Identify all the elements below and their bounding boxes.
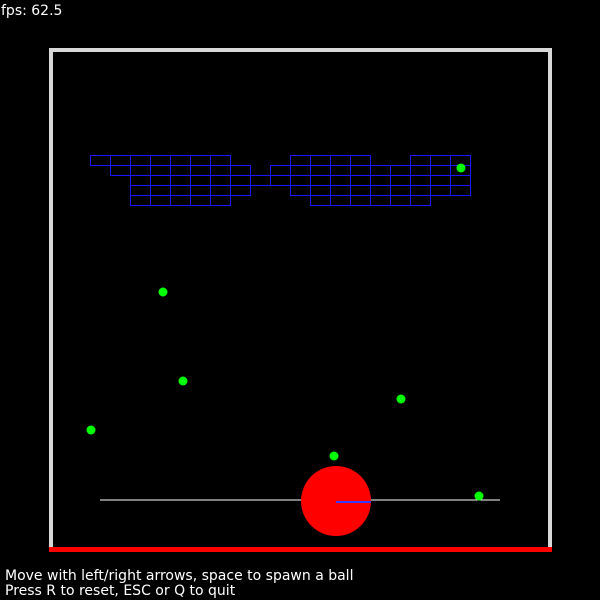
ball <box>329 451 339 461</box>
ball <box>86 425 96 435</box>
ball <box>456 163 466 173</box>
help-line-2: Press R to reset, ESC or Q to quit <box>5 583 236 599</box>
ball <box>158 287 168 297</box>
ball <box>396 394 406 404</box>
left-wall <box>49 48 53 550</box>
help-line-1: Move with left/right arrows, space to sp… <box>5 568 353 584</box>
background <box>0 0 600 600</box>
ball <box>474 491 484 501</box>
fps-counter: fps: 62.5 <box>1 3 62 19</box>
ball <box>178 376 188 386</box>
right-wall <box>548 48 552 550</box>
game-canvas[interactable]: fps: 62.5 Move with left/right arrows, s… <box>0 0 600 600</box>
floor-line <box>49 547 552 552</box>
top-wall <box>49 48 552 52</box>
